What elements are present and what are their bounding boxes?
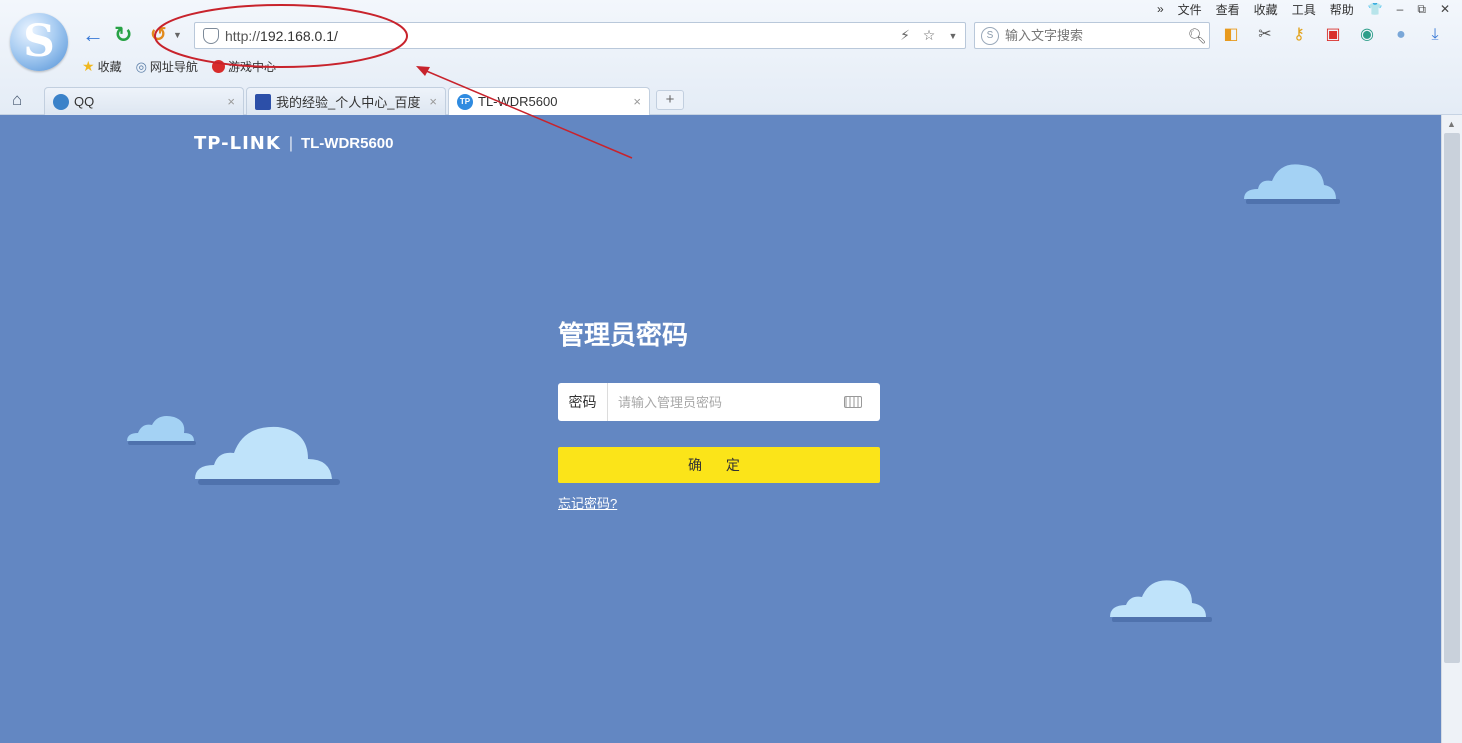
model-name: TL-WDR5600 xyxy=(300,135,394,152)
game-icon xyxy=(211,60,225,73)
password-label: 密码 xyxy=(558,383,608,421)
url-host: 192.168.0.1/ xyxy=(260,27,338,44)
tab-tl-wdr5600[interactable]: TP TL-WDR5600 × xyxy=(448,87,650,115)
restore-icon[interactable]: ⧉ xyxy=(1417,2,1426,17)
browser-chrome: S » 文件 查看 收藏 工具 帮助 👕 – ⧉ ✕ ← ↻ ↺ ▼ http:… xyxy=(0,0,1462,115)
menu-bar: » 文件 查看 收藏 工具 帮助 👕 – ⧉ ✕ xyxy=(1157,0,1450,18)
sidebar-icon[interactable]: ◧ xyxy=(1220,24,1242,46)
menu-file[interactable]: 文件 xyxy=(1178,1,1202,18)
user-icon[interactable]: ● xyxy=(1390,24,1412,46)
undo-dropdown-icon[interactable]: ▼ xyxy=(173,30,182,40)
search-engine-icon[interactable]: S xyxy=(981,26,999,45)
home-icon[interactable]: ⌂ xyxy=(12,90,22,110)
login-title: 管理员密码 xyxy=(558,320,689,350)
search-input[interactable] xyxy=(1005,28,1185,43)
globe-icon: ◎ xyxy=(135,58,147,74)
skin-icon[interactable]: 👕 xyxy=(1368,2,1383,16)
tab-qq[interactable]: QQ × xyxy=(44,87,244,115)
menu-tools[interactable]: 工具 xyxy=(1292,1,1316,18)
cloud-icon xyxy=(127,416,196,445)
router-login-page: TP-LINK | TL-WDR5600 管理员密码 密码 确 定 忘记密码? xyxy=(0,115,1441,743)
brand-header: TP-LINK | TL-WDR5600 xyxy=(194,133,393,154)
menu-overflow[interactable]: » xyxy=(1157,2,1164,16)
address-dropdown-icon[interactable]: ▼ xyxy=(941,31,965,41)
toolbar-icons: ◧ ✂ ⚷ ▣ ◉ ● ⤓ xyxy=(1220,24,1446,46)
address-url[interactable]: http://192.168.0.1/ xyxy=(225,28,893,44)
close-window-icon[interactable]: ✕ xyxy=(1440,2,1450,16)
lightning-icon[interactable]: ⚡︎ xyxy=(893,27,917,44)
page-scrollbar[interactable]: ▲ xyxy=(1441,115,1462,743)
shield-icon xyxy=(203,27,219,44)
scroll-thumb[interactable] xyxy=(1444,133,1460,663)
cloud-icon xyxy=(1244,164,1340,204)
tab-baidu-experience[interactable]: 我的经验_个人中心_百度 × xyxy=(246,87,446,115)
menu-view[interactable]: 查看 xyxy=(1216,1,1240,18)
menu-help[interactable]: 帮助 xyxy=(1330,1,1354,18)
download-icon[interactable]: ⤓ xyxy=(1424,24,1446,46)
menu-favorites[interactable]: 收藏 xyxy=(1254,1,1278,18)
close-tab-icon[interactable]: × xyxy=(429,94,437,109)
new-tab-button[interactable]: + xyxy=(656,90,684,110)
translate-icon[interactable]: ▣ xyxy=(1322,24,1344,46)
baidu-paw-icon xyxy=(255,93,271,110)
favorites-bar: ★ 收藏 ◎ 网址导航 游戏中心 xyxy=(82,58,276,75)
undo-icon[interactable]: ↺ xyxy=(150,24,167,46)
tp-link-icon: TP xyxy=(457,93,473,110)
scissors-icon[interactable]: ✂ xyxy=(1254,24,1276,46)
fav-item-nav[interactable]: ◎ 网址导航 xyxy=(136,58,198,75)
close-tab-icon[interactable]: × xyxy=(633,94,641,109)
minimize-icon[interactable]: – xyxy=(1397,2,1404,16)
address-bar[interactable]: http://192.168.0.1/ ⚡︎ ☆ ▼ xyxy=(194,22,966,49)
password-input[interactable] xyxy=(608,384,844,420)
qq-globe-icon xyxy=(53,93,69,110)
url-protocol: http:// xyxy=(225,27,261,44)
search-box[interactable]: S 🔍︎ xyxy=(974,22,1210,49)
search-icon[interactable]: 🔍︎ xyxy=(1185,27,1209,45)
fav-item-games[interactable]: 游戏中心 xyxy=(211,58,276,75)
star-icon[interactable]: ☆ xyxy=(917,27,941,44)
close-tab-icon[interactable]: × xyxy=(227,94,235,109)
brand-separator: | xyxy=(288,134,293,152)
app-icon[interactable]: ◉ xyxy=(1356,24,1378,46)
cloud-icon xyxy=(1110,580,1212,622)
scroll-up-icon[interactable]: ▲ xyxy=(1447,119,1456,129)
sogou-browser-logo[interactable]: S xyxy=(10,13,68,71)
password-field: 密码 xyxy=(558,383,880,421)
tab-bar: ⌂ QQ × 我的经验_个人中心_百度 × TP TL-WDR5600 × + xyxy=(0,84,1462,115)
keyboard-icon[interactable] xyxy=(844,396,862,408)
tp-link-logo: TP-LINK xyxy=(194,133,281,154)
fav-item-collect[interactable]: ★ 收藏 xyxy=(82,58,122,75)
confirm-button[interactable]: 确 定 xyxy=(558,447,880,483)
back-arrow-icon[interactable]: ← xyxy=(82,24,104,46)
refresh-icon[interactable]: ↻ xyxy=(114,24,132,46)
star-icon: ★ xyxy=(82,58,95,74)
key-icon[interactable]: ⚷ xyxy=(1288,24,1310,46)
cloud-icon xyxy=(195,426,340,485)
forgot-password-link[interactable]: 忘记密码? xyxy=(558,493,617,512)
